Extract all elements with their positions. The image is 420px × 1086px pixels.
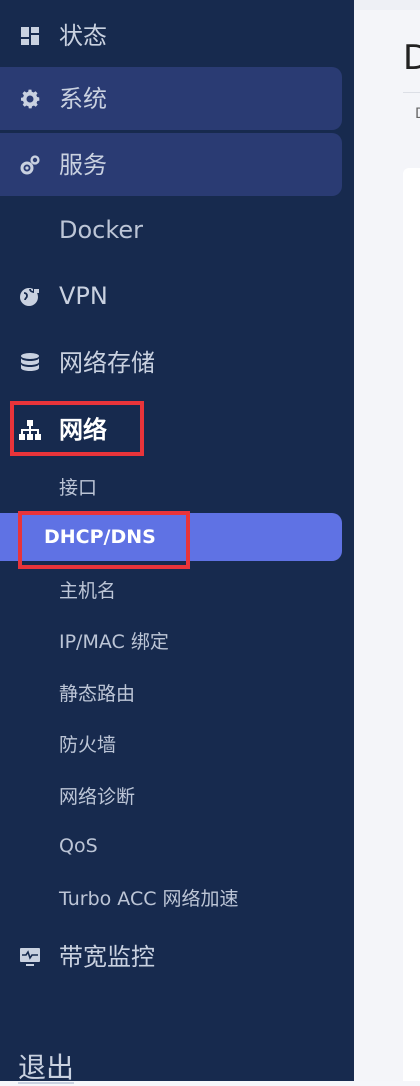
sidebar-subitem-interfaces[interactable]: 接口 (0, 462, 342, 510)
sidebar-subitem-label: 静态路由 (59, 682, 136, 705)
sidebar-subitem-firewall[interactable]: 防火墙 (0, 719, 342, 767)
sidebar-item-bandwidth[interactable]: 带宽监控 (0, 925, 155, 988)
sidebar-item-vpn[interactable]: VPN (0, 264, 108, 327)
sidebar-item-label: 网络 (59, 415, 107, 444)
sidebar-subitem-label: 防火墙 (59, 733, 117, 756)
sidebar-item-services[interactable]: 服务 (0, 133, 342, 196)
sidebar-item-nas[interactable]: 网络存储 (0, 331, 155, 394)
sidebar: 状态 系统 服务 Docker VPN 网络存储 网络 接口 DHCP/DNS … (0, 0, 354, 1084)
sidebar-subitem-label: 接口 (59, 476, 98, 499)
sidebar-item-label: VPN (59, 281, 108, 310)
sidebar-subitem-label: 主机名 (59, 579, 117, 602)
sidebar-item-docker[interactable]: Docker (0, 198, 342, 261)
main-content: D D (354, 0, 420, 1081)
sidebar-subitem-qos[interactable]: QoS (0, 822, 342, 870)
sidebar-subitem-ip-mac-binding[interactable]: IP/MAC 绑定 (0, 616, 342, 664)
gears-icon (18, 153, 42, 177)
logout-link[interactable]: 退出 (18, 1046, 74, 1086)
sidebar-subitem-hostnames[interactable]: 主机名 (0, 565, 342, 613)
breadcrumb: D (415, 106, 420, 122)
sidebar-subitem-diagnostics[interactable]: 网络诊断 (0, 771, 342, 819)
sidebar-subitem-label: Turbo ACC 网络加速 (59, 887, 239, 910)
sidebar-item-system[interactable]: 系统 (0, 67, 342, 130)
sidebar-subitem-label: QoS (59, 835, 98, 857)
sidebar-subitem-dhcp-dns[interactable]: DHCP/DNS (0, 513, 342, 561)
page-title: D (403, 38, 420, 78)
sidebar-item-status[interactable]: 状态 (0, 4, 107, 67)
database-icon (18, 351, 42, 375)
sidebar-subitem-label: IP/MAC 绑定 (59, 630, 169, 653)
globe-lock-icon (18, 284, 42, 308)
sidebar-subitem-label: DHCP/DNS (44, 526, 156, 548)
sidebar-item-label: 状态 (59, 21, 107, 50)
sidebar-item-label: Docker (59, 215, 144, 244)
title-divider (403, 92, 420, 93)
gear-icon (18, 87, 42, 111)
sitemap-icon (18, 418, 42, 442)
sidebar-subitem-static-routes[interactable]: 静态路由 (0, 668, 342, 716)
sidebar-item-label: 系统 (59, 84, 107, 113)
sidebar-item-label: 网络存储 (59, 348, 155, 377)
content-card (403, 168, 420, 1081)
sidebar-subitem-label: 网络诊断 (59, 785, 136, 808)
monitor-pulse-icon (18, 945, 42, 969)
sidebar-item-network[interactable]: 网络 (0, 398, 107, 461)
top-bar (354, 0, 420, 10)
sidebar-item-label: 服务 (59, 150, 107, 179)
dashboard-grid-icon (18, 24, 42, 48)
sidebar-subitem-turbo-acc[interactable]: Turbo ACC 网络加速 (0, 873, 342, 921)
sidebar-item-label: 带宽监控 (59, 942, 155, 971)
